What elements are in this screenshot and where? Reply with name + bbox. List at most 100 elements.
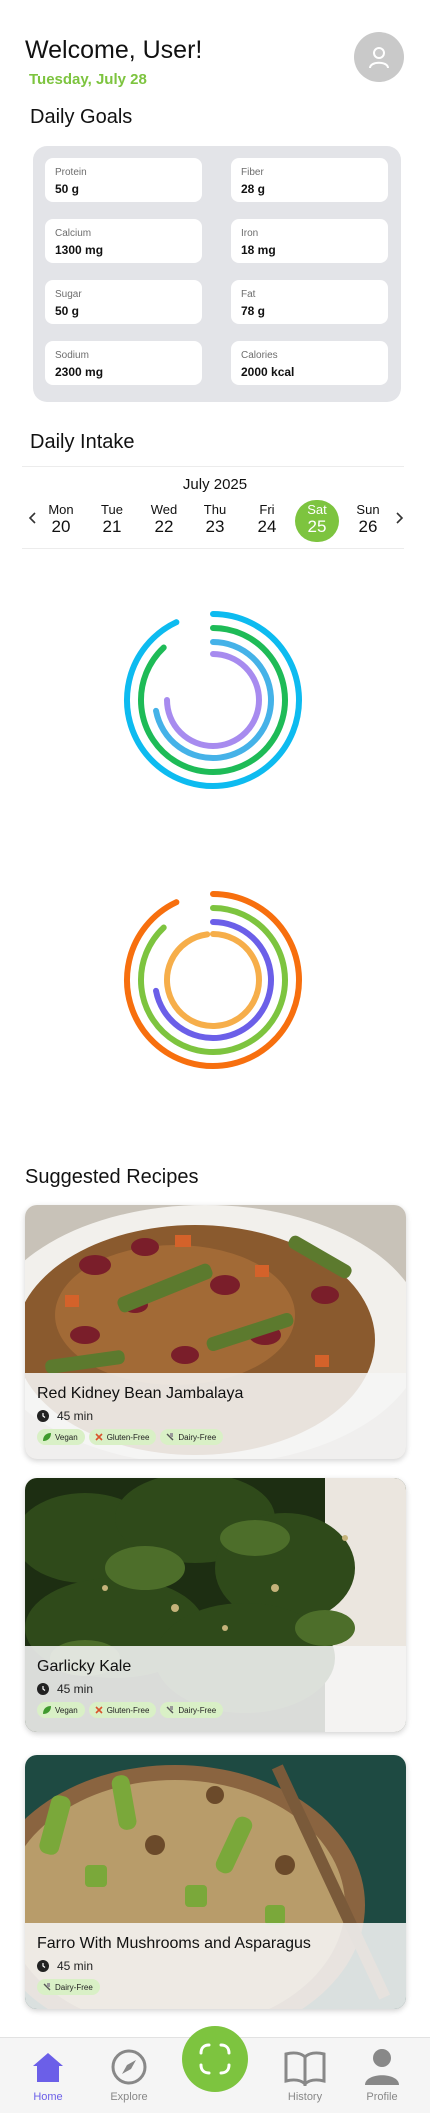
day-name: Thu <box>203 502 227 517</box>
day-date: 22 <box>154 517 174 536</box>
goal-sugar[interactable]: Sugar 50 g <box>45 280 202 324</box>
day-fri[interactable]: Fri 24 <box>245 500 289 542</box>
clock-icon <box>37 1410 49 1422</box>
leaf-icon <box>43 1706 51 1714</box>
recipe-tags: Dairy-Free <box>37 1979 100 1995</box>
recipe-time-row: 45 min <box>37 1682 93 1696</box>
goal-value: 2300 mg <box>55 365 104 379</box>
recipe-card[interactable]: Red Kidney Bean Jambalaya 45 min Vegan G… <box>25 1205 406 1459</box>
clock-icon <box>37 1683 49 1695</box>
day-date: 20 <box>51 517 71 536</box>
goal-iron[interactable]: Iron 18 mg <box>231 219 388 263</box>
chevron-right-icon[interactable] <box>392 510 406 526</box>
recipe-time-row: 45 min <box>37 1409 93 1423</box>
no-dairy-icon <box>166 1433 174 1441</box>
recipe-tags: Vegan Gluten-Free Dairy-Free <box>37 1702 224 1718</box>
day-date: 25 <box>307 517 327 536</box>
day-name: Wed <box>150 502 178 517</box>
progress-ring <box>164 931 262 1029</box>
nav-explore[interactable]: Explore <box>94 2038 164 2113</box>
recipe-card[interactable]: Garlicky Kale 45 min Vegan Gluten-Free D… <box>25 1478 406 1732</box>
tag-label: Dairy-Free <box>55 1982 93 1992</box>
day-sun[interactable]: Sun 26 <box>346 500 390 542</box>
progress-ring <box>138 625 288 775</box>
day-name: Sat <box>307 502 327 517</box>
person-icon <box>365 2049 399 2085</box>
recipe-name: Garlicky Kale <box>37 1658 132 1675</box>
tag-dairy-free: Dairy-Free <box>37 1979 100 1995</box>
tag-vegan: Vegan <box>37 1429 85 1445</box>
tag-label: Gluten-Free <box>106 1432 150 1442</box>
goal-value: 2000 kcal <box>241 365 295 379</box>
current-date: Tuesday, July 28 <box>29 71 147 88</box>
tag-label: Dairy-Free <box>178 1705 217 1715</box>
recipe-info: Red Kidney Bean Jambalaya 45 min Vegan G… <box>25 1373 406 1459</box>
goal-label: Protein <box>55 167 87 178</box>
nav-label: Explore <box>110 2091 148 2103</box>
goal-sodium[interactable]: Sodium 2300 mg <box>45 341 202 385</box>
tag-dairy-free: Dairy-Free <box>160 1702 224 1718</box>
goal-label: Sugar <box>55 289 82 300</box>
recipe-card[interactable]: Farro With Mushrooms and Asparagus 45 mi… <box>25 1755 406 2009</box>
tag-label: Dairy-Free <box>178 1432 217 1442</box>
daily-goals-card: Protein 50 g Fiber 28 g Calcium 1300 mg … <box>33 146 401 402</box>
tag-gluten-free: Gluten-Free <box>88 1702 157 1718</box>
nav-profile[interactable]: Profile <box>347 2038 417 2113</box>
avatar-button[interactable] <box>354 32 404 82</box>
goal-label: Fat <box>241 289 256 300</box>
day-name: Sun <box>356 502 380 517</box>
day-date: 26 <box>358 517 378 536</box>
goal-calcium[interactable]: Calcium 1300 mg <box>45 219 202 263</box>
goal-label: Sodium <box>55 350 89 361</box>
leaf-icon <box>43 1433 51 1441</box>
scan-button[interactable] <box>182 2026 248 2092</box>
progress-ring <box>153 919 274 1041</box>
day-tue[interactable]: Tue 21 <box>90 500 134 542</box>
goal-value: 28 g <box>241 182 266 196</box>
nav-home[interactable]: Home <box>13 2038 83 2113</box>
day-thu[interactable]: Thu 23 <box>193 500 237 542</box>
goal-value: 78 g <box>241 304 266 318</box>
calendar-month: July 2025 <box>182 476 248 493</box>
progress-ring <box>164 651 262 749</box>
home-icon <box>33 2053 63 2082</box>
daily-intake-title: Daily Intake <box>30 431 135 453</box>
recipe-time: 45 min <box>57 1959 94 1973</box>
tag-label: Vegan <box>55 1432 78 1442</box>
nav-label: Profile <box>366 2091 398 2103</box>
day-date: 21 <box>102 517 122 536</box>
tag-gluten-free: Gluten-Free <box>88 1429 157 1445</box>
tag-dairy-free: Dairy-Free <box>160 1429 224 1445</box>
recipe-name: Farro With Mushrooms and Asparagus <box>37 1935 311 1952</box>
goal-fat[interactable]: Fat 78 g <box>231 280 388 324</box>
chevron-left-icon[interactable] <box>26 510 40 526</box>
clock-icon <box>37 1960 49 1972</box>
day-name: Fri <box>259 502 275 517</box>
goal-value: 18 mg <box>241 243 276 257</box>
goal-calories[interactable]: Calories 2000 kcal <box>231 341 388 385</box>
progress-ring <box>153 639 274 761</box>
goal-value: 50 g <box>55 304 80 318</box>
no-gluten-icon <box>95 1706 103 1714</box>
day-wed[interactable]: Wed 22 <box>142 500 186 542</box>
day-name: Mon <box>48 502 74 517</box>
suggested-recipes-title: Suggested Recipes <box>25 1166 199 1188</box>
book-icon <box>284 2051 326 2086</box>
nutrient-rings-1 <box>124 611 302 789</box>
no-gluten-icon <box>95 1433 103 1441</box>
daily-goals-title: Daily Goals <box>30 106 133 128</box>
goal-label: Fiber <box>241 167 264 178</box>
tag-label: Gluten-Free <box>106 1705 150 1715</box>
goal-label: Calories <box>241 350 278 361</box>
recipe-time-row: 45 min <box>37 1959 93 1973</box>
no-dairy-icon <box>166 1706 174 1714</box>
goal-fiber[interactable]: Fiber 28 g <box>231 158 388 202</box>
goal-protein[interactable]: Protein 50 g <box>45 158 202 202</box>
recipe-tags: Vegan Gluten-Free Dairy-Free <box>37 1429 224 1445</box>
nav-history[interactable]: History <box>270 2038 340 2113</box>
day-date: 24 <box>257 517 277 536</box>
tag-label: Vegan <box>55 1705 78 1715</box>
day-mon[interactable]: Mon 20 <box>39 500 83 542</box>
scan-icon <box>199 2043 231 2075</box>
day-sat[interactable]: Sat 25 <box>295 500 339 542</box>
